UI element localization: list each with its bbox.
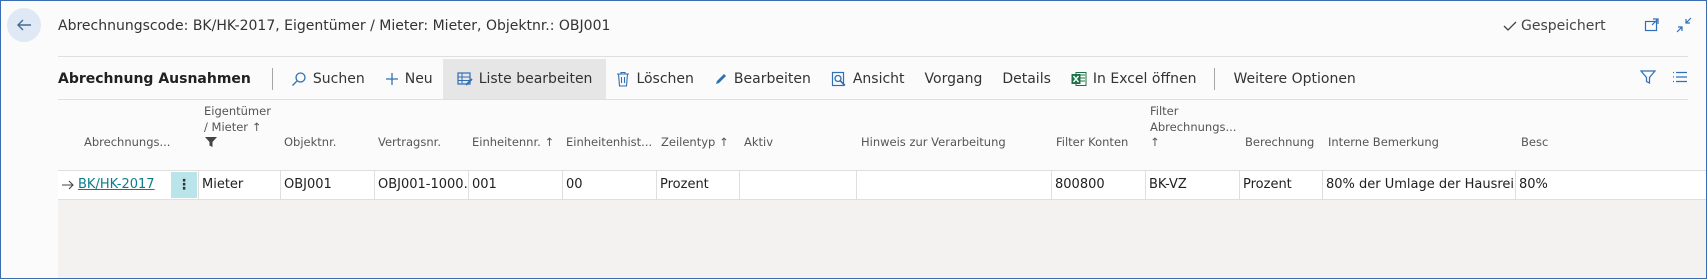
new-label: Neu: [404, 71, 433, 87]
column-divider: [856, 171, 857, 199]
edit-label: Bearbeiten: [733, 71, 811, 87]
open-new-window-icon[interactable]: [1644, 17, 1660, 33]
search-button[interactable]: Suchen: [281, 59, 375, 99]
column-header-filter-code-line3[interactable]: ↑: [1150, 134, 1160, 150]
view-button[interactable]: Ansicht: [821, 59, 915, 99]
column-divider: [656, 171, 657, 199]
back-button[interactable]: [7, 8, 41, 42]
header-divider: [58, 56, 1688, 57]
column-divider: [198, 171, 199, 199]
page-frame: Abrechnungscode: BK/HK-2017, Eigentümer …: [0, 0, 1707, 279]
column-header-line-type[interactable]: Zeilentyp ↑: [661, 134, 729, 150]
list-view-icon[interactable]: [1672, 69, 1688, 85]
column-header-filter-code-line1[interactable]: Filter: [1150, 103, 1178, 119]
column-header-unit[interactable]: Einheitennr. ↑: [472, 134, 554, 150]
cell-active[interactable]: [743, 171, 853, 199]
view-label: Ansicht: [852, 71, 905, 87]
cell-filter-code[interactable]: BK-VZ: [1149, 171, 1237, 199]
more-options-button[interactable]: Weitere Optionen: [1223, 59, 1365, 99]
row-arrow-icon: [62, 180, 74, 190]
more-options-label: Weitere Optionen: [1233, 71, 1356, 87]
cell-calc[interactable]: Prozent: [1243, 171, 1321, 199]
search-label: Suchen: [312, 71, 365, 87]
cell-unit-history[interactable]: 00: [566, 171, 656, 199]
column-header-owner-line1[interactable]: Eigentümer: [204, 103, 271, 119]
action-separator: [271, 68, 273, 90]
process-menu[interactable]: Vorgang: [915, 59, 993, 99]
search-icon: [291, 72, 306, 86]
column-divider: [374, 171, 375, 199]
trash-icon: [617, 71, 630, 87]
column-divider: [1322, 171, 1323, 199]
grid-header: Abrechnungs... Eigentümer / Mieter ↑ Obj…: [58, 100, 1706, 170]
column-header-filter-accounts[interactable]: Filter Konten: [1056, 134, 1128, 150]
column-divider: [1515, 171, 1516, 199]
column-header-calc[interactable]: Berechnung: [1245, 134, 1314, 150]
action-bar-title: Abrechnung Ausnahmen: [58, 71, 251, 87]
action-separator: [1214, 68, 1216, 90]
column-divider: [1239, 171, 1240, 199]
cell-hint[interactable]: [860, 171, 1050, 199]
column-header-hint[interactable]: Hinweis zur Verarbeitung: [861, 134, 1006, 150]
edit-list-icon: [457, 72, 473, 86]
view-icon: [831, 71, 846, 87]
plus-icon: [385, 73, 398, 85]
column-header-filter-code-line2[interactable]: Abrechnungs...: [1150, 119, 1236, 135]
column-divider: [1051, 171, 1052, 199]
column-header-active[interactable]: Aktiv: [744, 134, 773, 150]
action-bar-right-icons: [1640, 69, 1688, 85]
cell-line-type[interactable]: Prozent: [660, 171, 738, 199]
column-divider: [280, 171, 281, 199]
edit-list-button[interactable]: Liste bearbeiten: [442, 59, 607, 99]
cell-owner[interactable]: Mieter: [202, 171, 280, 199]
action-bar: Abrechnung Ausnahmen Suchen Neu Liste be…: [58, 59, 1688, 99]
column-filter-icon: [205, 137, 217, 147]
column-header-code[interactable]: Abrechnungs...: [84, 134, 170, 150]
cell-unit[interactable]: 001: [472, 171, 562, 199]
page-title: Abrechnungscode: BK/HK-2017, Eigentümer …: [58, 18, 611, 34]
excel-icon: [1071, 72, 1087, 86]
cell-contract[interactable]: OBJ001-1000...: [378, 171, 468, 199]
table-row[interactable]: BK/HK-2017 ⋮ Mieter OBJ001 OBJ001-1000..…: [58, 170, 1706, 200]
cell-code[interactable]: BK/HK-2017: [78, 171, 168, 199]
cell-filter-accounts[interactable]: 800800: [1055, 171, 1143, 199]
row-menu-button[interactable]: ⋮: [171, 172, 197, 198]
list-grid: Abrechnungs... Eigentümer / Mieter ↑ Obj…: [58, 100, 1706, 278]
checkmark-icon: [1503, 21, 1517, 31]
edit-button[interactable]: Bearbeiten: [704, 59, 821, 99]
column-header-description[interactable]: Besc: [1521, 134, 1548, 150]
column-divider: [739, 171, 740, 199]
column-header-unit-history[interactable]: Einheitenhist...: [566, 134, 652, 150]
pencil-icon: [715, 74, 726, 84]
column-header-owner-line2[interactable]: / Mieter ↑: [204, 119, 261, 135]
column-header-object[interactable]: Objektnr.: [284, 134, 336, 150]
column-header-contract[interactable]: Vertragsnr.: [378, 134, 441, 150]
cell-object[interactable]: OBJ001: [284, 171, 374, 199]
delete-label: Löschen: [636, 71, 694, 87]
cell-remark[interactable]: 80% der Umlage der Hausreini...: [1326, 171, 1514, 199]
column-divider: [562, 171, 563, 199]
details-button[interactable]: Details: [992, 59, 1061, 99]
delete-button[interactable]: Löschen: [606, 59, 703, 99]
collapse-icon[interactable]: [1676, 17, 1692, 33]
details-label: Details: [1002, 71, 1051, 87]
cell-description[interactable]: 80%: [1519, 171, 1559, 199]
excel-label: In Excel öffnen: [1092, 71, 1197, 87]
back-arrow-icon: [17, 19, 31, 31]
column-header-remark[interactable]: Interne Bemerkung: [1328, 134, 1439, 150]
new-button[interactable]: Neu: [375, 59, 443, 99]
saved-status: Gespeichert: [1503, 18, 1606, 34]
edit-list-label: Liste bearbeiten: [478, 71, 593, 87]
open-in-excel-button[interactable]: In Excel öffnen: [1061, 59, 1207, 99]
process-label: Vorgang: [924, 71, 983, 87]
column-divider: [1145, 171, 1146, 199]
saved-label: Gespeichert: [1521, 18, 1606, 34]
column-divider: [468, 171, 469, 199]
filter-icon[interactable]: [1640, 69, 1656, 85]
